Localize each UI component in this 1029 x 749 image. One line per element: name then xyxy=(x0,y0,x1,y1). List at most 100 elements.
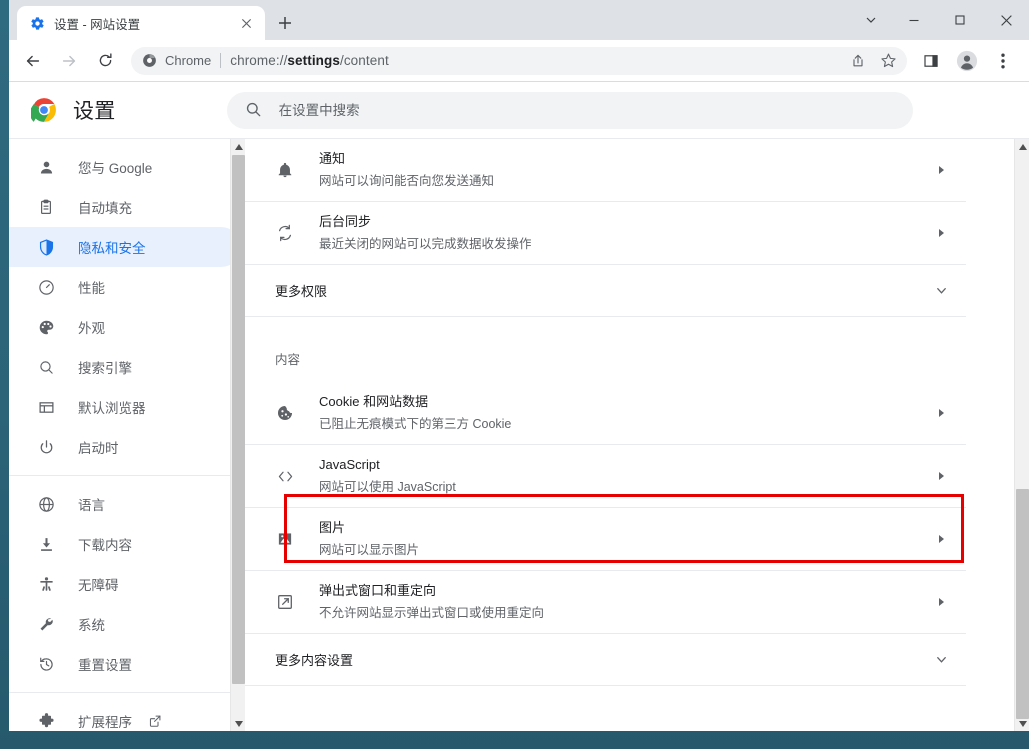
back-button[interactable] xyxy=(18,46,48,76)
sidebar-item-performance[interactable]: 性能 xyxy=(9,267,241,307)
chrome-logo xyxy=(31,97,57,123)
sidebar-item-label: 无障碍 xyxy=(78,574,119,594)
main-scrollbar[interactable] xyxy=(1014,139,1029,731)
side-panel-icon[interactable] xyxy=(916,46,946,76)
history-restore-icon xyxy=(36,654,56,674)
row-text: 后台同步 最近关闭的网站可以完成数据收发操作 xyxy=(319,212,932,254)
star-icon[interactable] xyxy=(875,48,901,74)
sidebar-group-extensions: 扩展程序 xyxy=(9,692,245,731)
chevron-right-icon xyxy=(932,165,950,175)
sidebar-item-system[interactable]: 系统 xyxy=(9,604,241,644)
close-icon[interactable] xyxy=(237,14,255,32)
sync-icon xyxy=(275,223,295,243)
search-input[interactable] xyxy=(279,103,895,118)
sidebar-item-label: 启动时 xyxy=(78,437,119,457)
three-dot-menu-icon[interactable] xyxy=(988,46,1018,76)
row-subtitle: 已阻止无痕模式下的第三方 Cookie xyxy=(319,414,932,434)
accessibility-icon xyxy=(36,574,56,594)
sidebar-item-reset-settings[interactable]: 重置设置 xyxy=(9,644,241,684)
row-title: 通知 xyxy=(319,149,932,169)
minimize-button[interactable] xyxy=(891,0,937,40)
settings-row-popups-redirects[interactable]: 弹出式窗口和重定向 不允许网站显示弹出式窗口或使用重定向 xyxy=(245,571,966,634)
sidebar-item-autofill[interactable]: 自动填充 xyxy=(9,187,241,227)
share-icon[interactable] xyxy=(845,48,871,74)
omnibox-actions xyxy=(843,47,903,75)
sidebar-item-default-browser[interactable]: 默认浏览器 xyxy=(9,387,241,427)
reload-button[interactable] xyxy=(90,46,120,76)
browser-window-icon xyxy=(36,397,56,417)
sidebar-item-search-engine[interactable]: 搜索引擎 xyxy=(9,347,241,387)
sidebar-group-primary: 您与 Google 自动填充 xyxy=(9,139,245,475)
bell-icon xyxy=(275,160,295,180)
chevron-down-icon[interactable] xyxy=(932,653,950,666)
more-permissions-label: 更多权限 xyxy=(275,281,932,300)
sidebar-scrollbar[interactable] xyxy=(230,139,245,731)
sidebar-item-label: 性能 xyxy=(78,277,105,297)
scroll-down-arrow-icon[interactable] xyxy=(1015,716,1029,731)
sidebar-item-accessibility[interactable]: 无障碍 xyxy=(9,564,241,604)
new-tab-button[interactable] xyxy=(271,9,299,37)
sidebar-item-appearance[interactable]: 外观 xyxy=(9,307,241,347)
settings-row-background-sync[interactable]: 后台同步 最近关闭的网站可以完成数据收发操作 xyxy=(245,202,966,265)
scroll-up-arrow-icon[interactable] xyxy=(231,139,245,154)
row-subtitle: 最近关闭的网站可以完成数据收发操作 xyxy=(319,234,932,254)
sidebar-scrollbar-thumb[interactable] xyxy=(232,155,245,684)
clipboard-icon xyxy=(36,197,56,217)
speedometer-icon xyxy=(36,277,56,297)
sidebar-item-label: 系统 xyxy=(78,614,105,634)
row-title: 图片 xyxy=(319,518,932,538)
chevron-down-icon[interactable] xyxy=(932,284,950,297)
address-bar[interactable]: Chrome chrome://settings/content xyxy=(131,47,907,75)
row-text: JavaScript 网站可以使用 JavaScript xyxy=(319,455,932,497)
sidebar-item-on-startup[interactable]: 启动时 xyxy=(9,427,241,467)
omnibox-url: chrome://settings/content xyxy=(230,53,389,68)
chevron-right-icon xyxy=(932,228,950,238)
settings-row-notifications[interactable]: 通知 网站可以询问能否向您发送通知 xyxy=(245,139,966,202)
sidebar-item-extensions[interactable]: 扩展程序 xyxy=(9,701,241,731)
url-bold-segment: settings xyxy=(287,53,340,68)
sidebar-item-label: 默认浏览器 xyxy=(78,397,146,417)
popup-redirect-icon xyxy=(275,592,295,612)
external-link-icon xyxy=(148,714,163,729)
settings-row-javascript[interactable]: JavaScript 网站可以使用 JavaScript xyxy=(245,445,966,508)
settings-content: 通知 网站可以询问能否向您发送通知 xyxy=(245,139,1014,731)
close-button[interactable] xyxy=(983,0,1029,40)
sidebar-item-label: 语言 xyxy=(78,494,105,514)
settings-search-box[interactable] xyxy=(227,92,913,129)
browser-tab[interactable]: 设置 - 网站设置 xyxy=(17,6,265,40)
more-content-settings-label: 更多内容设置 xyxy=(275,650,932,669)
forward-button[interactable] xyxy=(54,46,84,76)
row-subtitle: 网站可以显示图片 xyxy=(319,540,932,560)
sidebar-item-downloads[interactable]: 下载内容 xyxy=(9,524,241,564)
row-text: 通知 网站可以询问能否向您发送通知 xyxy=(319,149,932,191)
settings-row-more-content-settings[interactable]: 更多内容设置 xyxy=(245,634,966,686)
main-scrollbar-thumb[interactable] xyxy=(1016,489,1029,719)
site-chip-label: Chrome xyxy=(165,53,211,68)
sidebar-item-you-and-google[interactable]: 您与 Google xyxy=(9,147,241,187)
settings-row-images[interactable]: 图片 网站可以显示图片 xyxy=(245,508,966,571)
download-icon xyxy=(36,534,56,554)
sidebar-item-label: 您与 Google xyxy=(78,157,152,177)
wrench-icon xyxy=(36,614,56,634)
scroll-down-arrow-icon[interactable] xyxy=(231,716,245,731)
row-text: Cookie 和网站数据 已阻止无痕模式下的第三方 Cookie xyxy=(319,392,932,434)
sidebar-item-label: 重置设置 xyxy=(78,654,132,674)
row-title: Cookie 和网站数据 xyxy=(319,392,932,412)
maximize-button[interactable] xyxy=(937,0,983,40)
sidebar-item-languages[interactable]: 语言 xyxy=(9,484,241,524)
chrome-shield-icon xyxy=(142,53,158,69)
site-chip[interactable]: Chrome xyxy=(142,53,211,69)
settings-row-cookies[interactable]: Cookie 和网站数据 已阻止无痕模式下的第三方 Cookie xyxy=(245,382,966,445)
chevron-down-icon[interactable] xyxy=(851,0,891,40)
search-icon xyxy=(245,101,263,119)
magnifier-icon xyxy=(36,357,56,377)
row-text: 图片 网站可以显示图片 xyxy=(319,518,932,560)
sidebar-item-label: 下载内容 xyxy=(78,534,132,554)
row-title: JavaScript xyxy=(319,455,932,475)
row-subtitle: 网站可以使用 JavaScript xyxy=(319,477,932,497)
profile-avatar[interactable] xyxy=(952,46,982,76)
scroll-up-arrow-icon[interactable] xyxy=(1015,139,1029,154)
row-text: 弹出式窗口和重定向 不允许网站显示弹出式窗口或使用重定向 xyxy=(319,581,932,623)
settings-row-more-permissions[interactable]: 更多权限 xyxy=(245,265,966,317)
sidebar-item-privacy-and-security[interactable]: 隐私和安全 xyxy=(9,227,241,267)
